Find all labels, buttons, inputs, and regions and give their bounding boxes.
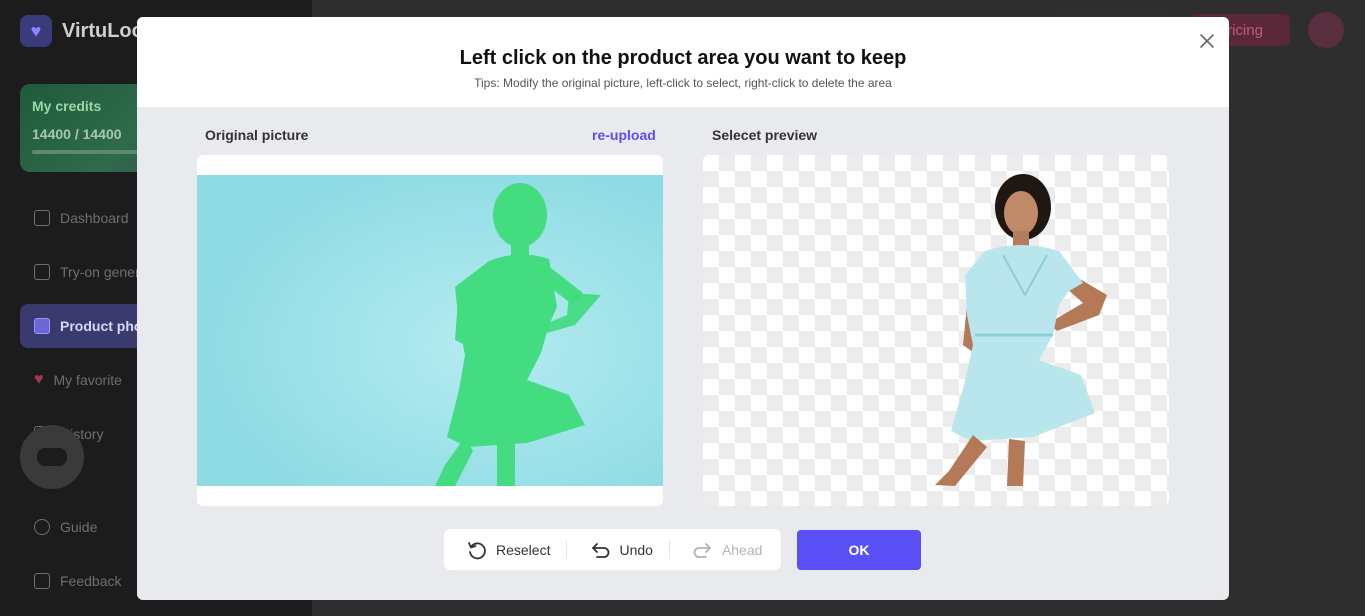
modal-tips: Tips: Modify the original picture, left-… (474, 76, 892, 90)
reselect-label: Reselect (496, 541, 551, 558)
ok-button[interactable]: OK (797, 530, 921, 570)
sidebar-item-label: My favorite (53, 372, 122, 388)
app-logo[interactable]: ♥ VirtuLoo (20, 15, 144, 47)
feedback-icon (34, 573, 50, 589)
dashboard-icon (34, 210, 50, 226)
logo-icon: ♥ (20, 15, 52, 47)
cutout-preview-illustration (935, 174, 1107, 486)
sidebar-item-label: Dashboard (60, 210, 129, 226)
sidebar-item-label: Guide (60, 519, 98, 535)
preview-label: Selecet preview (712, 127, 818, 143)
undo-icon (592, 542, 610, 558)
ahead-button[interactable]: Ahead (670, 529, 778, 570)
modal-header: Left click on the product area you want … (137, 17, 1229, 107)
heart-icon: ♥ (34, 371, 44, 388)
reselect-button[interactable]: Reselect (444, 529, 566, 570)
chat-support-button[interactable] (20, 425, 84, 489)
photo-icon (34, 318, 50, 334)
undo-label: Undo (619, 541, 653, 558)
help-icon (34, 519, 50, 535)
sidebar-item-label: Feedback (60, 573, 122, 589)
original-image[interactable] (197, 175, 663, 486)
reselect-icon (468, 541, 486, 559)
original-photo-illustration (197, 175, 663, 486)
avatar[interactable] (1308, 12, 1344, 48)
modal-title: Left click on the product area you want … (459, 47, 907, 69)
undo-button[interactable]: Undo (567, 529, 668, 570)
edit-toolbar: Reselect Undo Ahead (444, 529, 781, 570)
redo-icon (693, 542, 711, 558)
close-button[interactable] (1197, 31, 1217, 51)
selection-preview-panel (703, 155, 1169, 506)
original-picture-panel[interactable] (197, 155, 663, 506)
reupload-link[interactable]: re-upload (592, 127, 656, 143)
chat-icon (37, 448, 67, 466)
brand-name: VirtuLoo (62, 19, 144, 42)
select-area-modal: Left click on the product area you want … (137, 17, 1229, 600)
ahead-label: Ahead (721, 541, 763, 558)
shirt-icon (34, 264, 50, 280)
close-icon (1200, 34, 1214, 48)
original-picture-label: Original picture (205, 127, 309, 143)
